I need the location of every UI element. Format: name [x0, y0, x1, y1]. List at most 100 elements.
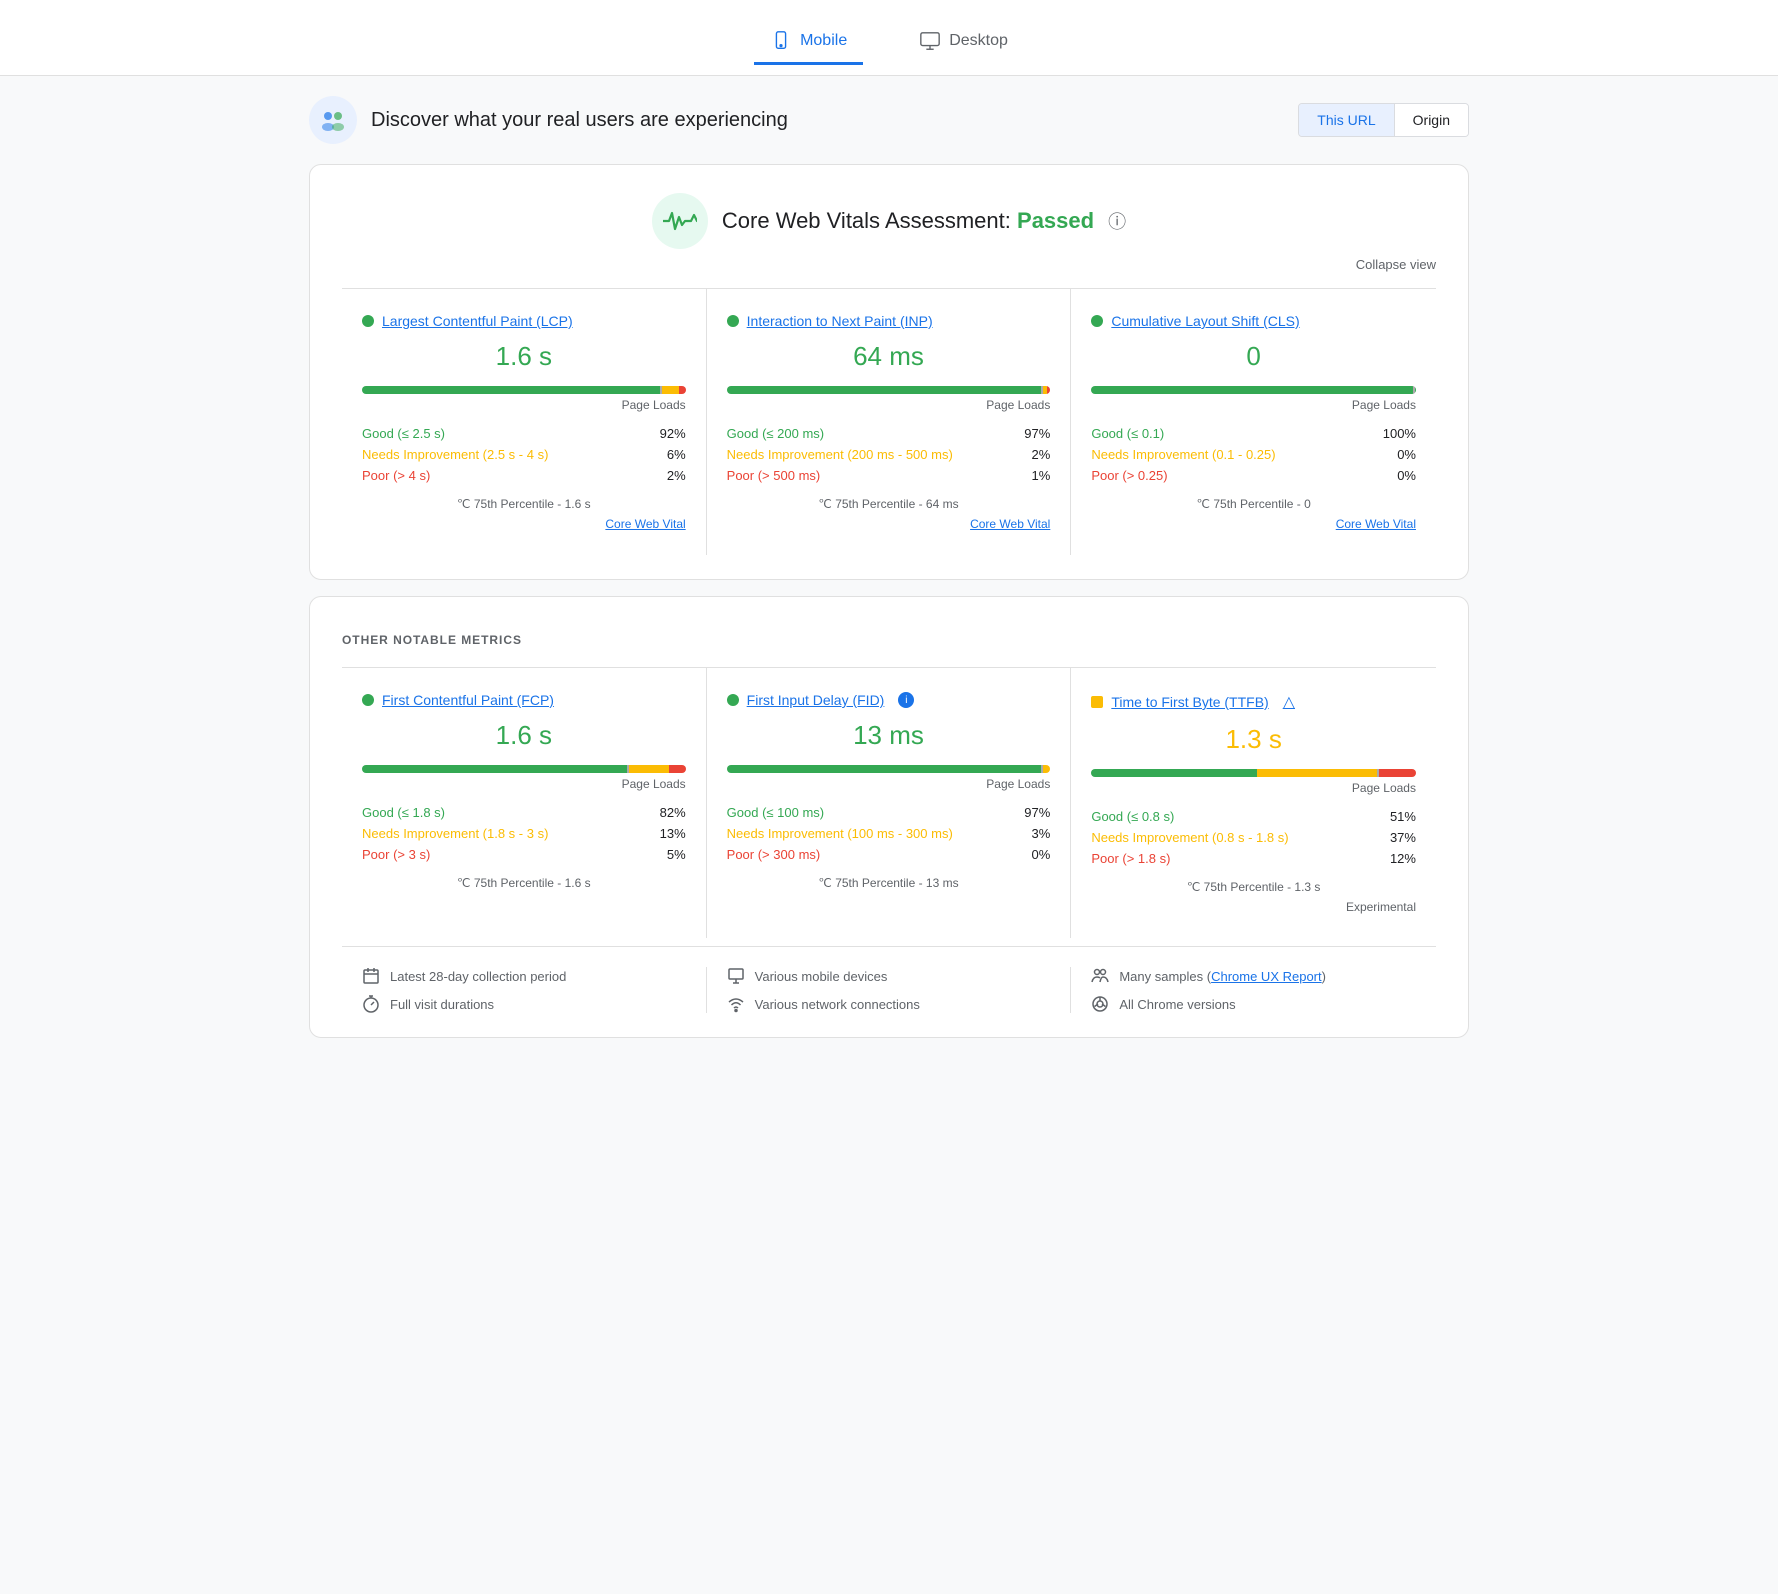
- cls-good-label: Good (≤ 0.1): [1091, 426, 1164, 441]
- inp-label[interactable]: Interaction to Next Paint (INP): [727, 313, 1051, 329]
- heartbeat-icon: [663, 209, 697, 233]
- lcp-label[interactable]: Largest Contentful Paint (LCP): [362, 313, 686, 329]
- chrome-versions-text: All Chrome versions: [1119, 997, 1235, 1012]
- cls-poor-pct: 0%: [1397, 468, 1416, 483]
- lcp-good-row: Good (≤ 2.5 s) 92%: [362, 426, 686, 441]
- fid-page-loads: Page Loads: [727, 777, 1051, 791]
- tab-mobile[interactable]: Mobile: [754, 20, 863, 65]
- ttfb-exp-icon: △: [1283, 692, 1295, 712]
- cwv-metrics-grid: Largest Contentful Paint (LCP) 1.6 s Pag…: [342, 288, 1436, 555]
- ttfb-page-loads: Page Loads: [1091, 781, 1416, 795]
- ttfb-bar-needs: [1257, 769, 1377, 777]
- pulse-icon: [652, 193, 708, 249]
- fid-needs-pct: 3%: [1032, 826, 1051, 841]
- fid-info-badge[interactable]: i: [898, 692, 914, 708]
- main-content: Discover what your real users are experi…: [289, 76, 1489, 1074]
- inp-bar: [727, 386, 1051, 394]
- inp-needs-row: Needs Improvement (200 ms - 500 ms) 2%: [727, 447, 1051, 462]
- cls-bar-good: [1091, 386, 1416, 394]
- lcp-marker: [660, 386, 662, 394]
- cls-label[interactable]: Cumulative Layout Shift (CLS): [1091, 313, 1416, 329]
- fid-bar: [727, 765, 1051, 773]
- url-origin-toggle: This URL Origin: [1298, 103, 1469, 137]
- footer-network: Various network connections: [727, 995, 1051, 1013]
- cls-good-pct: 100%: [1383, 426, 1416, 441]
- inp-poor-label: Poor (> 500 ms): [727, 468, 821, 483]
- inp-bar-poor: [1047, 386, 1050, 394]
- lcp-value: 1.6 s: [362, 341, 686, 372]
- ttfb-marker: [1377, 769, 1379, 777]
- assessment-info-icon[interactable]: ⓘ: [1108, 208, 1126, 234]
- metric-fcp: First Contentful Paint (FCP) 1.6 s Page …: [342, 668, 707, 938]
- fid-dot: [727, 694, 739, 706]
- cls-bar: [1091, 386, 1416, 394]
- fcp-page-loads: Page Loads: [362, 777, 686, 791]
- fid-good-label: Good (≤ 100 ms): [727, 805, 824, 820]
- ttfb-poor-row: Poor (> 1.8 s) 12%: [1091, 851, 1416, 866]
- fcp-label[interactable]: First Contentful Paint (FCP): [362, 692, 686, 708]
- inp-needs-label: Needs Improvement (200 ms - 500 ms): [727, 447, 953, 462]
- tab-desktop[interactable]: Desktop: [903, 20, 1024, 65]
- avatar: [309, 96, 357, 144]
- network-text: Various network connections: [755, 997, 920, 1012]
- lcp-label-text: Largest Contentful Paint (LCP): [382, 313, 573, 329]
- fid-label[interactable]: First Input Delay (FID) i: [727, 692, 1051, 708]
- lcp-good-label: Good (≤ 2.5 s): [362, 426, 445, 441]
- fid-poor-label: Poor (> 300 ms): [727, 847, 821, 862]
- fcp-needs-pct: 13%: [660, 826, 686, 841]
- this-url-button[interactable]: This URL: [1299, 104, 1394, 136]
- fcp-good-row: Good (≤ 1.8 s) 82%: [362, 805, 686, 820]
- fcp-label-text: First Contentful Paint (FCP): [382, 692, 554, 708]
- fcp-poor-label: Poor (> 3 s): [362, 847, 430, 862]
- ttfb-dot: [1091, 696, 1103, 708]
- ttfb-percentile: ℃ 75th Percentile - 1.3 s: [1091, 880, 1416, 894]
- inp-marker: [1041, 386, 1043, 394]
- other-metrics-label: OTHER NOTABLE METRICS: [342, 633, 1436, 647]
- ttfb-bar-poor: [1377, 769, 1416, 777]
- ttfb-good-label: Good (≤ 0.8 s): [1091, 809, 1174, 824]
- inp-cwv-link[interactable]: Core Web Vital: [727, 517, 1051, 531]
- ttfb-needs-label: Needs Improvement (0.8 s - 1.8 s): [1091, 830, 1288, 845]
- inp-poor-pct: 1%: [1032, 468, 1051, 483]
- fid-bar-good: [727, 765, 1041, 773]
- many-samples-text: Many samples (Chrome UX Report): [1119, 969, 1326, 984]
- fid-percentile: ℃ 75th Percentile - 13 ms: [727, 876, 1051, 890]
- fcp-good-pct: 82%: [660, 805, 686, 820]
- origin-button[interactable]: Origin: [1395, 104, 1468, 136]
- mobile-icon: [770, 30, 792, 52]
- collapse-link[interactable]: Collapse view: [342, 257, 1436, 272]
- other-metrics-grid: First Contentful Paint (FCP) 1.6 s Page …: [342, 667, 1436, 938]
- fcp-bar-needs: [627, 765, 669, 773]
- footer-col-2: Various mobile devices Various network c…: [707, 967, 1072, 1013]
- lcp-cwv-link[interactable]: Core Web Vital: [362, 517, 686, 531]
- ttfb-experimental: Experimental: [1091, 900, 1416, 914]
- cls-needs-row: Needs Improvement (0.1 - 0.25) 0%: [1091, 447, 1416, 462]
- fcp-poor-row: Poor (> 3 s) 5%: [362, 847, 686, 862]
- chrome-ux-report-link[interactable]: Chrome UX Report: [1211, 969, 1322, 984]
- other-metrics-card: OTHER NOTABLE METRICS First Contentful P…: [309, 596, 1469, 1038]
- users-icon: [318, 105, 348, 135]
- cls-needs-pct: 0%: [1397, 447, 1416, 462]
- cls-label-text: Cumulative Layout Shift (CLS): [1111, 313, 1299, 329]
- cls-cwv-link[interactable]: Core Web Vital: [1091, 517, 1416, 531]
- tab-bar: Mobile Desktop: [0, 0, 1778, 76]
- fcp-percentile: ℃ 75th Percentile - 1.6 s: [362, 876, 686, 890]
- header-row: Discover what your real users are experi…: [309, 96, 1469, 144]
- lcp-needs-row: Needs Improvement (2.5 s - 4 s) 6%: [362, 447, 686, 462]
- ttfb-label[interactable]: Time to First Byte (TTFB) △: [1091, 692, 1416, 712]
- cls-marker: [1413, 386, 1415, 394]
- cls-dot: [1091, 315, 1103, 327]
- fid-good-row: Good (≤ 100 ms) 97%: [727, 805, 1051, 820]
- lcp-percentile: ℃ 75th Percentile - 1.6 s: [362, 497, 686, 511]
- metric-lcp: Largest Contentful Paint (LCP) 1.6 s Pag…: [342, 289, 707, 555]
- ttfb-good-pct: 51%: [1390, 809, 1416, 824]
- fcp-bar: [362, 765, 686, 773]
- fcp-needs-row: Needs Improvement (1.8 s - 3 s) 13%: [362, 826, 686, 841]
- ttfb-needs-pct: 37%: [1390, 830, 1416, 845]
- cls-poor-label: Poor (> 0.25): [1091, 468, 1167, 483]
- inp-good-row: Good (≤ 200 ms) 97%: [727, 426, 1051, 441]
- footer-chrome-versions: All Chrome versions: [1091, 995, 1416, 1013]
- cls-percentile: ℃ 75th Percentile - 0: [1091, 497, 1416, 511]
- footer-collection-period: Latest 28-day collection period: [362, 967, 686, 985]
- desktop-icon: [919, 30, 941, 52]
